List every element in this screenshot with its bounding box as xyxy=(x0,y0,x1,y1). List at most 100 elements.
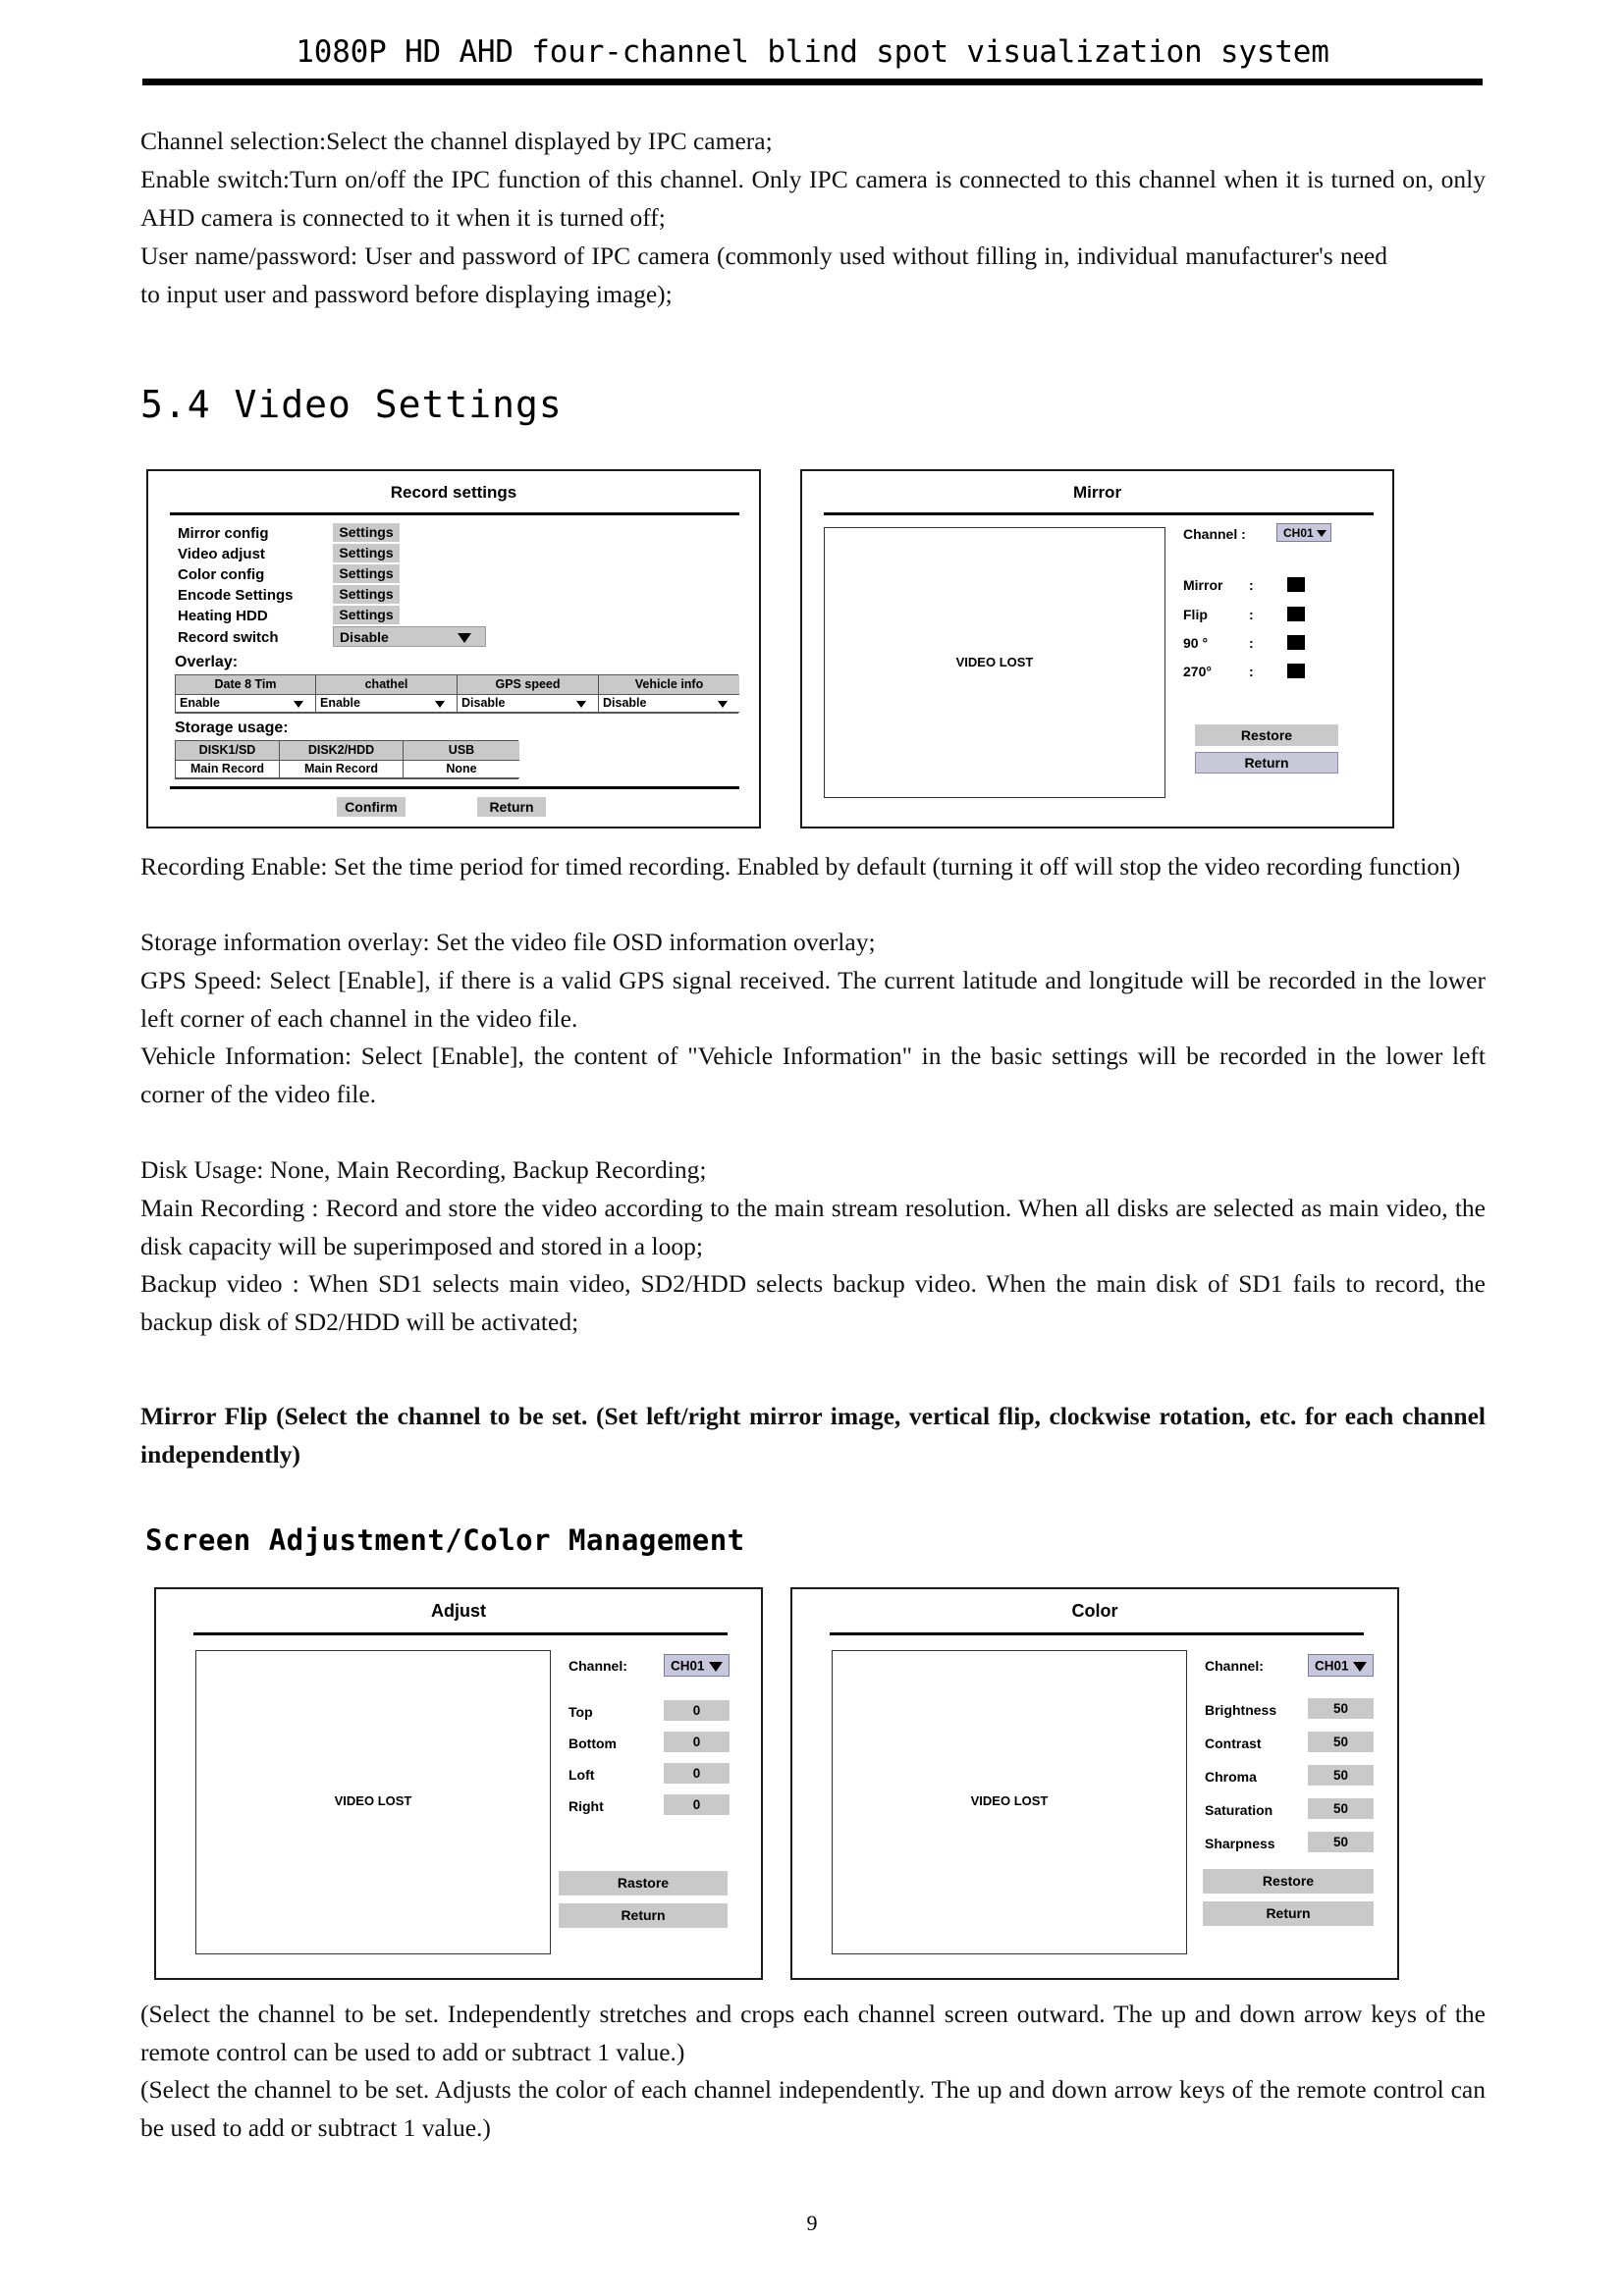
mirror-option-sep-90: : xyxy=(1249,635,1254,651)
overlay-header-date: Date 8 Tim xyxy=(176,675,316,694)
overlay-value-date-text: Enable xyxy=(180,696,220,710)
storage-value-usb[interactable]: None xyxy=(404,760,519,778)
color-return-button[interactable]: Return xyxy=(1203,1901,1374,1926)
storage-header-disk2: DISK2/HDD xyxy=(280,741,404,760)
storage-header-disk1: DISK1/SD xyxy=(176,741,280,760)
header-divider xyxy=(142,79,1483,85)
heading-video-settings: 5.4 Video Settings xyxy=(140,383,563,426)
chevron-down-icon xyxy=(718,701,728,708)
intro-line-3: User name/password: User and password of… xyxy=(140,241,1387,308)
adjust-panel: Adjust VIDEO LOST Channel: CH01 Top 0 Bo… xyxy=(154,1587,763,1980)
overlay-value-vehicle-info[interactable]: Disable xyxy=(599,694,739,713)
return-button[interactable]: Return xyxy=(477,797,546,817)
mirror-option-label-mirror: Mirror xyxy=(1183,577,1223,593)
settings-button-encode-settings[interactable]: Settings xyxy=(333,585,400,604)
color-channel-select[interactable]: CH01 xyxy=(1308,1654,1374,1677)
settings-button-heating-hdd[interactable]: Settings xyxy=(333,606,400,624)
color-restore-button[interactable]: Restore xyxy=(1203,1869,1374,1894)
adjust-divider xyxy=(193,1632,728,1635)
mirror-option-sep-flip: : xyxy=(1249,607,1254,622)
mirror-return-button[interactable]: Return xyxy=(1195,752,1338,774)
mirror-checkbox-270[interactable] xyxy=(1287,664,1305,678)
mirror-video-preview: VIDEO LOST xyxy=(824,527,1165,798)
overlay-section-label: Overlay: xyxy=(175,654,239,670)
heading-screen-adjustment: Screen Adjustment/Color Management xyxy=(145,1523,745,1557)
adjust-return-button[interactable]: Return xyxy=(559,1903,728,1928)
mirror-option-sep-270: : xyxy=(1249,664,1254,679)
paragraph-backup-video: Backup video : When SD1 selects main vid… xyxy=(140,1269,1486,1336)
adjust-channel-select[interactable]: CH01 xyxy=(664,1654,730,1677)
color-field-value-brightness[interactable]: 50 xyxy=(1308,1698,1374,1719)
color-field-label-brightness: Brightness xyxy=(1205,1702,1277,1718)
color-field-label-chroma: Chroma xyxy=(1205,1769,1257,1785)
adjust-field-value-loft[interactable]: 0 xyxy=(664,1763,730,1784)
intro-line-1: Channel selection:Select the channel dis… xyxy=(140,127,773,155)
mirror-option-label-90: 90 ° xyxy=(1183,635,1209,651)
mirror-checkbox-90[interactable] xyxy=(1287,635,1305,650)
confirm-button[interactable]: Confirm xyxy=(337,797,406,817)
paragraph-color-note: (Select the channel to be set. Adjusts t… xyxy=(140,2075,1486,2142)
record-settings-panel: Record settings Mirror config Settings V… xyxy=(146,469,761,828)
paragraph-adjust-note: (Select the channel to be set. Independe… xyxy=(140,2000,1486,2066)
overlay-table: Date 8 Tim chathel GPS speed Vehicle inf… xyxy=(175,674,739,714)
paragraph-gps-speed: GPS Speed: Select [Enable], if there is … xyxy=(140,966,1486,1033)
chevron-down-icon xyxy=(435,701,445,708)
mirror-checkbox-mirror[interactable] xyxy=(1287,577,1305,592)
overlay-header-channel: chathel xyxy=(316,675,458,694)
overlay-value-date[interactable]: Enable xyxy=(176,694,316,713)
paragraph-main-recording: Main Recording : Record and store the vi… xyxy=(140,1194,1486,1260)
adjust-field-value-right[interactable]: 0 xyxy=(664,1794,730,1815)
record-settings-title: Record settings xyxy=(390,483,517,502)
overlay-value-gps-speed-text: Disable xyxy=(461,696,506,710)
color-field-value-saturation[interactable]: 50 xyxy=(1308,1798,1374,1819)
adjust-channel-label: Channel: xyxy=(568,1658,627,1674)
adjust-field-value-top[interactable]: 0 xyxy=(664,1700,730,1721)
color-divider xyxy=(830,1632,1364,1635)
mirror-panel: Mirror VIDEO LOST Channel : CH01 Mirror … xyxy=(800,469,1394,828)
row-label-color-config: Color config xyxy=(178,566,265,583)
chevron-down-icon xyxy=(1317,530,1326,537)
overlay-value-channel[interactable]: Enable xyxy=(316,694,458,713)
settings-button-mirror-config[interactable]: Settings xyxy=(333,523,400,542)
color-field-value-chroma[interactable]: 50 xyxy=(1308,1765,1374,1786)
mirror-channel-value: CH01 xyxy=(1283,525,1314,540)
record-switch-dropdown[interactable]: Disable xyxy=(333,626,486,647)
mirror-title: Mirror xyxy=(1072,483,1122,502)
record-switch-value: Disable xyxy=(340,629,389,645)
row-label-video-adjust: Video adjust xyxy=(178,546,265,562)
color-field-label-saturation: Saturation xyxy=(1205,1802,1273,1818)
record-settings-divider xyxy=(170,512,739,515)
mirror-channel-select[interactable]: CH01 xyxy=(1276,523,1331,542)
overlay-value-channel-text: Enable xyxy=(320,696,360,710)
settings-button-video-adjust[interactable]: Settings xyxy=(333,544,400,562)
paragraph-recording-enable: Recording Enable: Set the time period fo… xyxy=(140,852,1461,881)
record-settings-bottom-divider xyxy=(170,786,739,789)
adjust-field-label-loft: Loft xyxy=(568,1767,595,1783)
adjust-restore-button[interactable]: Rastore xyxy=(559,1871,728,1896)
storage-value-disk1[interactable]: Main Record xyxy=(176,760,280,778)
overlay-header-gps-speed: GPS speed xyxy=(458,675,599,694)
mirror-channel-label: Channel : xyxy=(1183,526,1246,542)
intro-line-2: Enable switch:Turn on/off the IPC functi… xyxy=(140,165,1486,232)
color-field-value-contrast[interactable]: 50 xyxy=(1308,1732,1374,1752)
chevron-down-icon xyxy=(294,701,303,708)
mirror-checkbox-flip[interactable] xyxy=(1287,607,1305,621)
color-panel: Color VIDEO LOST Channel: CH01 Brightnes… xyxy=(790,1587,1399,1980)
mirror-restore-button[interactable]: Restore xyxy=(1195,724,1338,746)
adjust-video-preview: VIDEO LOST xyxy=(195,1650,551,1954)
color-field-value-sharpness[interactable]: 50 xyxy=(1308,1832,1374,1852)
adjust-title: Adjust xyxy=(431,1601,486,1621)
color-title: Color xyxy=(1071,1601,1118,1621)
color-video-preview: VIDEO LOST xyxy=(832,1650,1187,1954)
video-lost-label: VIDEO LOST xyxy=(334,1793,412,1808)
mirror-option-label-flip: Flip xyxy=(1183,607,1208,622)
adjust-field-label-top: Top xyxy=(568,1704,593,1720)
adjust-field-value-bottom[interactable]: 0 xyxy=(664,1732,730,1752)
adjust-field-label-bottom: Bottom xyxy=(568,1735,617,1751)
adjust-field-label-right: Right xyxy=(568,1798,604,1814)
chevron-down-icon xyxy=(458,633,471,643)
overlay-value-gps-speed[interactable]: Disable xyxy=(458,694,599,713)
video-lost-label: VIDEO LOST xyxy=(970,1793,1049,1808)
storage-value-disk2[interactable]: Main Record xyxy=(280,760,404,778)
settings-button-color-config[interactable]: Settings xyxy=(333,564,400,583)
